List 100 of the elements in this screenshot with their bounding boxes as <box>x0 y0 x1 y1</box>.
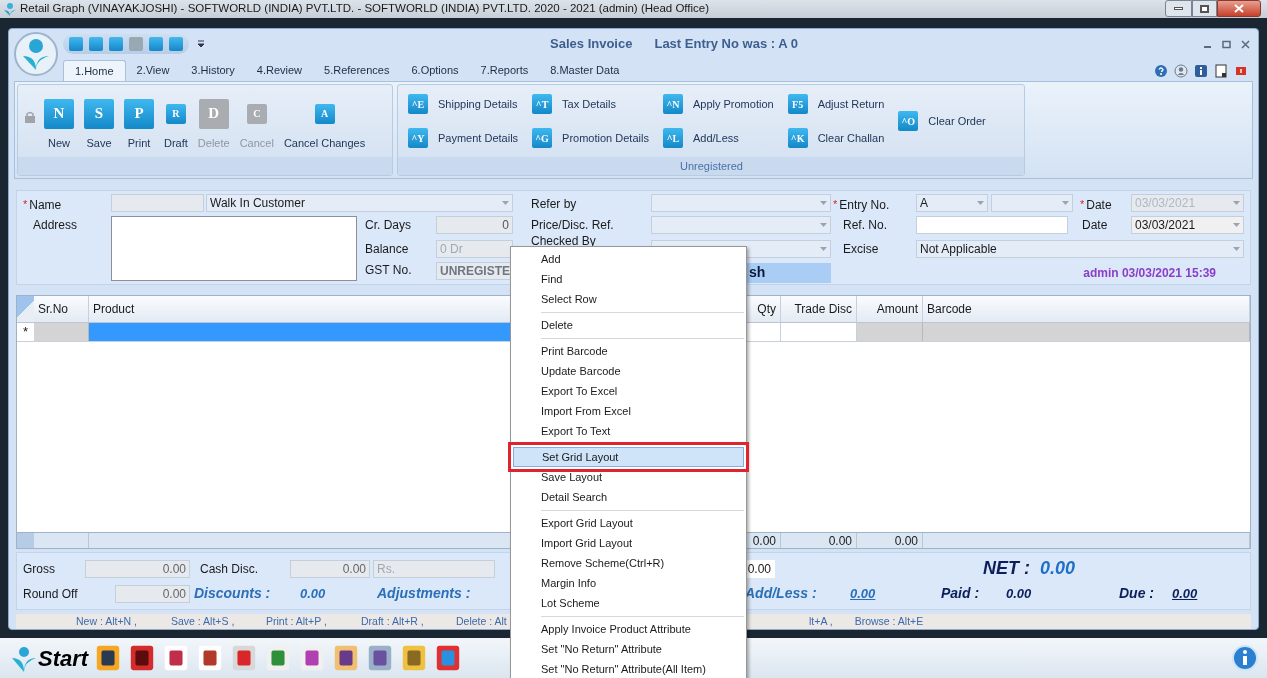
field-label: Round Off <box>22 585 79 603</box>
menu-item[interactable]: Export Grid Layout <box>513 513 744 533</box>
ribbon-tab[interactable]: 7.Reports <box>469 60 540 81</box>
shortcut-hint: New : Alt+N , <box>76 613 138 629</box>
menu-item[interactable]: Update Barcode <box>513 361 744 381</box>
menu-item[interactable]: Export To Text <box>513 421 744 441</box>
round-off-field[interactable]: 0.00 <box>115 584 190 603</box>
shortcut-key-icon: ^T <box>532 94 553 114</box>
column-total: 0.00 <box>894 532 918 550</box>
start-button[interactable]: Start <box>38 641 89 675</box>
field-label: Gross <box>22 560 56 578</box>
shortcut-hint: Browse : Alt+E <box>854 613 924 629</box>
flag-icon[interactable] <box>1234 64 1248 78</box>
window-title: Sales Invoice <box>550 35 633 54</box>
ribbon-button[interactable]: R Draft <box>162 98 190 151</box>
window-subtitle: Last Entry No was : A 0 <box>654 35 798 54</box>
ribbon-tab[interactable]: 5.References <box>313 60 401 81</box>
excise-dropdown[interactable]: Not Applicable <box>916 239 1244 258</box>
field-label: Date <box>1086 196 1112 214</box>
cash-disc-field[interactable]: 0.00 <box>290 559 370 578</box>
ribbon-button[interactable]: N New <box>42 98 76 151</box>
ribbon-button[interactable]: ^N Apply Promotion <box>662 94 774 114</box>
ribbon-button[interactable]: F5 Adjust Return <box>787 94 885 114</box>
ribbon-button[interactable]: ^G Promotion Details <box>532 128 649 148</box>
maximize-button[interactable] <box>1192 0 1217 17</box>
info-icon[interactable] <box>1194 64 1208 78</box>
dropdown-caret-icon <box>820 246 827 251</box>
address-field[interactable] <box>111 215 357 281</box>
shortcut-hint: lt+A , <box>809 613 833 629</box>
gross-field[interactable]: 0.00 <box>85 559 190 578</box>
ribbon-button[interactable]: ^E Shipping Details <box>408 94 519 114</box>
entry-stamp-label: admin 03/03/2021 15:39 <box>1083 264 1216 282</box>
shortcut-key-icon: S <box>84 98 114 129</box>
ref-no-field[interactable] <box>916 215 1068 234</box>
shortcut-key-icon: R <box>165 103 186 124</box>
help-icon[interactable] <box>1154 64 1168 78</box>
ribbon-tab[interactable]: 1.Home <box>63 60 126 81</box>
column-header[interactable]: Sr.No <box>34 295 89 322</box>
close-icon[interactable] <box>1241 39 1250 49</box>
column-header[interactable]: Amount <box>857 295 923 322</box>
ribbon-tab[interactable]: 3.History <box>180 60 246 81</box>
code-field[interactable] <box>111 193 204 212</box>
required-mark: * <box>23 196 28 212</box>
column-header[interactable]: Barcode <box>923 295 1250 322</box>
paid-value: 0.00 <box>1006 584 1033 603</box>
entry-series-dropdown[interactable]: A <box>916 193 988 212</box>
field-label: Name <box>29 196 62 214</box>
column-header[interactable]: Trade Disc <box>781 295 857 322</box>
close-button[interactable] <box>1217 0 1261 17</box>
menu-item[interactable]: Set "No Return" Attribute <box>513 639 744 659</box>
dropdown-caret-icon <box>977 200 984 205</box>
ribbon-tab[interactable]: 8.Master Data <box>539 60 631 81</box>
discounts-value: 0.00 <box>300 584 327 603</box>
close-icon <box>1234 4 1244 13</box>
document-icon[interactable] <box>1214 64 1228 78</box>
add-less-value[interactable]: 0.00 <box>850 583 941 604</box>
ribbon-button[interactable]: ^Y Payment Details <box>408 128 519 148</box>
date-field[interactable]: 03/03/2021 <box>1131 215 1244 234</box>
ribbon-tab[interactable]: 4.Review <box>245 60 313 81</box>
menu-item[interactable]: Detail Search <box>513 487 744 507</box>
menu-item[interactable]: Import From Excel <box>513 401 744 421</box>
menu-item[interactable]: Lot Scheme <box>513 593 744 613</box>
ribbon-button[interactable]: ^K Clear Challan <box>787 128 885 148</box>
menu-item[interactable]: Print Barcode <box>513 341 744 361</box>
shortcut-key-icon: C <box>246 103 267 124</box>
customer-name-field[interactable]: Walk In Customer <box>206 193 513 212</box>
minimize-button[interactable] <box>1165 0 1192 17</box>
ribbon-button[interactable]: A Cancel Changes <box>281 98 368 151</box>
customize-caret-icon[interactable] <box>197 40 205 48</box>
net-label: NET : <box>983 557 1031 581</box>
ribbon-button[interactable]: P Print <box>122 98 156 151</box>
ribbon-button[interactable]: S Save <box>82 98 116 151</box>
menu-item[interactable]: Save Layout <box>513 467 744 487</box>
column-total: 0.00 <box>752 532 776 550</box>
field-label: Cash Disc. <box>199 560 259 578</box>
paid-label: Paid : <box>941 584 981 604</box>
shortcut-key-icon: N <box>44 98 74 129</box>
ribbon-button[interactable]: ^T Tax Details <box>532 94 649 114</box>
person-icon[interactable] <box>1174 64 1188 78</box>
credit-days-field[interactable]: 0 <box>436 215 513 234</box>
dropdown-caret-icon <box>502 200 509 205</box>
row-indicator <box>17 533 34 549</box>
maximize-icon[interactable] <box>1222 39 1231 49</box>
net-value: 0.00 <box>1040 557 1076 581</box>
shortcut-key-icon: ^O <box>898 111 919 131</box>
ribbon-tab[interactable]: 6.Options <box>400 60 470 81</box>
ribbon-button[interactable]: ^L Add/Less <box>662 128 774 148</box>
menu-item[interactable]: Set "No Return" Attribute(All Item) <box>513 659 744 678</box>
menu-item[interactable]: Import Grid Layout <box>513 533 744 553</box>
app-logo-icon[interactable] <box>10 644 38 672</box>
menu-item[interactable]: Apply Invoice Product Attribute <box>513 619 744 639</box>
due-value[interactable]: 0.00 <box>1172 583 1198 604</box>
dropdown-caret-icon <box>820 222 827 227</box>
ribbon-button[interactable]: ^O Clear Order <box>898 111 986 131</box>
app-logo-icon[interactable] <box>14 32 58 76</box>
menu-item[interactable]: Export To Excel <box>513 381 744 401</box>
gst-field[interactable]: UNREGISTE <box>436 261 513 280</box>
field-label: Price/Disc. Ref. <box>531 217 614 232</box>
ribbon-tab[interactable]: 2.View <box>125 60 181 81</box>
info-icon[interactable] <box>1231 644 1259 672</box>
